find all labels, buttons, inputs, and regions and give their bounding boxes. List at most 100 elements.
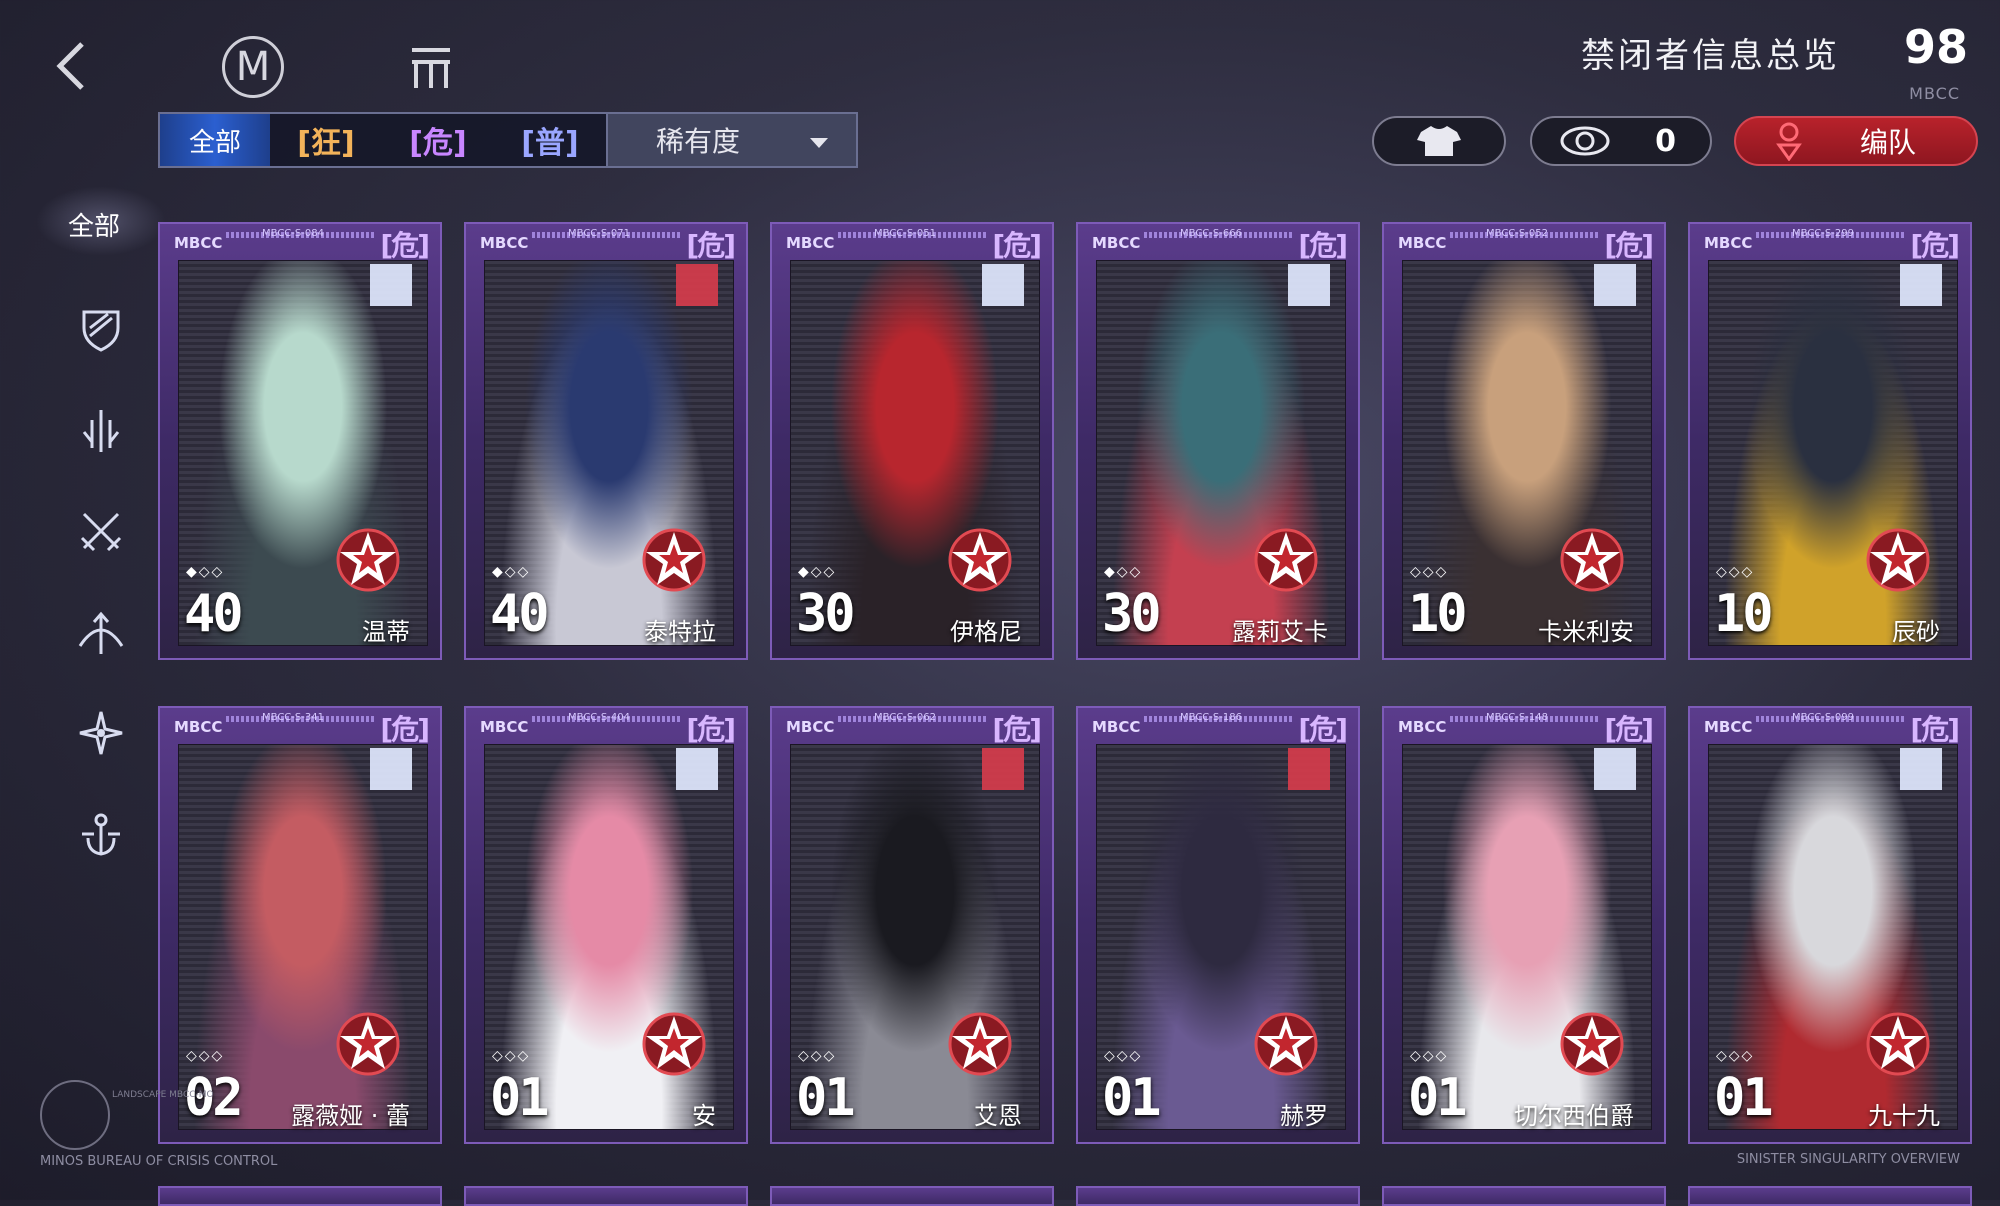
card-code: MBCC-S-051 [874, 228, 936, 239]
shield-icon[interactable] [78, 306, 124, 352]
card-tier: [危] [686, 713, 736, 746]
card-rank-stars: ◇◇◇ [798, 1048, 837, 1064]
star-badge-icon [1866, 528, 1930, 592]
star-compass-icon [370, 748, 412, 790]
card-mbcc-label: MBCC [1092, 234, 1141, 252]
card-level: 30 [1102, 584, 1162, 644]
card-level: 01 [490, 1068, 550, 1128]
card-level: 01 [1408, 1068, 1468, 1128]
card-header: MBCC MBCC-S-051 [危] [772, 224, 1052, 262]
card-tier: [危] [992, 229, 1042, 262]
card-rank-stars: ◇◇◇ [1716, 1048, 1755, 1064]
card-rank-stars: ◆◇◇ [186, 564, 225, 580]
footer-left-text: MINOS BUREAU OF CRISIS CONTROL [40, 1154, 278, 1169]
card-mbcc-label: MBCC [1704, 234, 1753, 252]
back-arrow-icon[interactable] [52, 38, 92, 94]
character-card[interactable]: MBCC MBCC-S-052 [危] ◇◇◇ 10 卡米利安 [1382, 222, 1666, 660]
card-name: 辰砂 [1892, 618, 1940, 646]
card-header: MBCC MBCC-S-299 [危] [1690, 224, 1970, 262]
character-card[interactable]: MBCC MBCC-S-051 [危] ◆◇◇ 30 伊格尼 [770, 222, 1054, 660]
card-rank-stars: ◆◇◇ [1104, 564, 1143, 580]
character-card[interactable]: MBCC MBCC-S-099 [危] ◇◇◇ 01 九十九 [1688, 706, 1972, 1144]
bow-icon[interactable] [78, 610, 124, 656]
card-rank-stars: ◆◇◇ [492, 564, 531, 580]
card-tier: [危] [1298, 713, 1348, 746]
card-code: MBCC-S-052 [1486, 228, 1548, 239]
card-header: MBCC MBCC-S-148 [危] [1384, 708, 1664, 746]
character-card[interactable]: MBCC MBCC-S-186 [危] ◇◇◇ 01 赫罗 [1076, 706, 1360, 1144]
rarity-filter-bar: 全部 [狂] [危] [普] 稀有度 [158, 112, 858, 168]
staff-icon [1900, 748, 1942, 790]
card-name: 赫罗 [1280, 1102, 1328, 1130]
character-card[interactable]: MBCC MBCC-S-666 [危] ◆◇◇ 30 露莉艾卡 [1076, 222, 1360, 660]
shield-icon [1594, 748, 1636, 790]
crossed-swords-icon [676, 264, 718, 306]
star-badge-icon [642, 528, 706, 592]
star-badge-icon [1866, 1012, 1930, 1076]
character-card[interactable]: MBCC MBCC-S-062 [危] ◇◇◇ 01 艾恩 [770, 706, 1054, 1144]
card-rank-stars: ◆◇◇ [798, 564, 837, 580]
card-mbcc-label: MBCC [1092, 718, 1141, 736]
card-header: MBCC MBCC-S-084 [危] [160, 224, 440, 262]
star-badge-icon [336, 1012, 400, 1076]
card-level: 01 [796, 1068, 856, 1128]
card-rank-stars: ◇◇◇ [186, 1048, 225, 1064]
visibility-toggle[interactable]: 0 [1530, 116, 1712, 166]
card-mbcc-label: MBCC [786, 234, 835, 252]
next-row-card [1382, 1186, 1666, 1206]
card-code: MBCC-S-099 [1792, 712, 1854, 723]
card-tier: [危] [1604, 713, 1654, 746]
mbcc-logo-icon[interactable]: M [222, 36, 284, 98]
card-name: 九十九 [1868, 1102, 1940, 1130]
character-card[interactable]: MBCC MBCC-S-404 [危] ◇◇◇ 01 安 [464, 706, 748, 1144]
menu-icon[interactable] [408, 44, 454, 90]
filter-pu-tab[interactable]: [普] [494, 114, 606, 166]
next-row-card [770, 1186, 1054, 1206]
star-badge-icon [1254, 1012, 1318, 1076]
staff-icon [370, 264, 412, 306]
card-rank-stars: ◇◇◇ [1410, 1048, 1449, 1064]
card-code: MBCC-S-062 [874, 712, 936, 723]
next-row-card [464, 1186, 748, 1206]
card-code: MBCC-S-071 [568, 228, 630, 239]
character-card[interactable]: MBCC MBCC-S-071 [危] ◆◇◇ 40 泰特拉 [464, 222, 748, 660]
outfit-button[interactable] [1372, 116, 1506, 166]
card-code: MBCC-S-666 [1180, 228, 1242, 239]
card-tier: [危] [1604, 229, 1654, 262]
card-mbcc-label: MBCC [1704, 718, 1753, 736]
character-card[interactable]: MBCC MBCC-S-148 [危] ◇◇◇ 01 切尔西伯爵 [1382, 706, 1666, 1144]
filter-kuang-tab[interactable]: [狂] [270, 114, 382, 166]
sidebar-item-all[interactable]: 全部 [68, 206, 120, 243]
filter-wei-tab[interactable]: [危] [382, 114, 494, 166]
staff-icon[interactable] [78, 408, 124, 454]
character-card[interactable]: MBCC MBCC-S-299 [危] ◇◇◇ 10 辰砂 [1688, 222, 1972, 660]
footer-right-text: SINISTER SINGULARITY OVERVIEW [1736, 1152, 1960, 1167]
team-formation-button[interactable]: 编队 [1734, 116, 1978, 166]
team-formation-label: 编队 [1859, 126, 1916, 159]
card-tier: [危] [686, 229, 736, 262]
star-badge-icon [948, 1012, 1012, 1076]
character-card[interactable]: MBCC MBCC-S-084 [危] ◆◇◇ 40 温蒂 [158, 222, 442, 660]
card-name: 泰特拉 [644, 618, 716, 646]
star-badge-icon [1560, 528, 1624, 592]
sort-dropdown[interactable]: 稀有度 [606, 114, 856, 166]
character-card[interactable]: MBCC MBCC-S-341 [危] ◇◇◇ 02 露薇娅 · 蕾 [158, 706, 442, 1144]
star-badge-icon [1560, 1012, 1624, 1076]
bureau-seal-icon [40, 1080, 110, 1150]
card-tier: [危] [992, 713, 1042, 746]
anchor-icon[interactable] [78, 812, 124, 858]
card-rank-stars: ◇◇◇ [1716, 564, 1755, 580]
card-mbcc-label: MBCC [1398, 718, 1447, 736]
filter-all-tab[interactable]: 全部 [160, 114, 270, 166]
crossed-swords-icon [982, 748, 1024, 790]
card-mbcc-label: MBCC [480, 234, 529, 252]
character-count: 98 [1903, 20, 1968, 74]
card-tier: [危] [1298, 229, 1348, 262]
star-compass-icon[interactable] [78, 710, 124, 756]
card-code: MBCC-S-404 [568, 712, 630, 723]
card-level: 10 [1714, 584, 1774, 644]
crossed-swords-icon[interactable] [78, 508, 124, 554]
dropdown-arrow-icon [810, 138, 828, 148]
star-badge-icon [948, 528, 1012, 592]
card-mbcc-label: MBCC [1398, 234, 1447, 252]
